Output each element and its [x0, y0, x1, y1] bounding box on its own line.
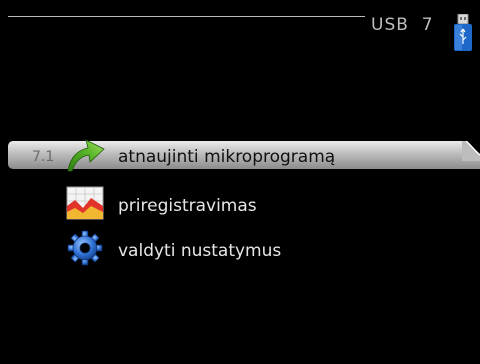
menu-item-firmware-update[interactable]: 7.1 atnaujinti mikroprogramą — [0, 139, 480, 172]
menu-screen: USB 7 7.1 atnaujinti mikroprogramą prire… — [0, 0, 480, 364]
menu-item-logging[interactable]: priregistravimas — [0, 186, 480, 222]
menu-item-number: 7.1 — [32, 149, 55, 165]
menu-item-label: priregistravimas — [118, 196, 257, 216]
logging-chart-icon — [66, 186, 104, 220]
usb-stick-icon — [454, 14, 472, 51]
menu-item-label: atnaujinti mikroprogramą — [118, 147, 336, 167]
page-title: USB 7 — [371, 15, 434, 35]
settings-gear-icon — [67, 230, 103, 266]
selection-page-curl-icon — [462, 141, 480, 161]
header-divider — [8, 16, 365, 17]
menu-item-label: valdyti nustatymus — [118, 241, 282, 261]
menu-item-manage-settings[interactable]: valdyti nustatymus — [0, 230, 480, 267]
firmware-update-arrow-icon — [67, 139, 105, 172]
